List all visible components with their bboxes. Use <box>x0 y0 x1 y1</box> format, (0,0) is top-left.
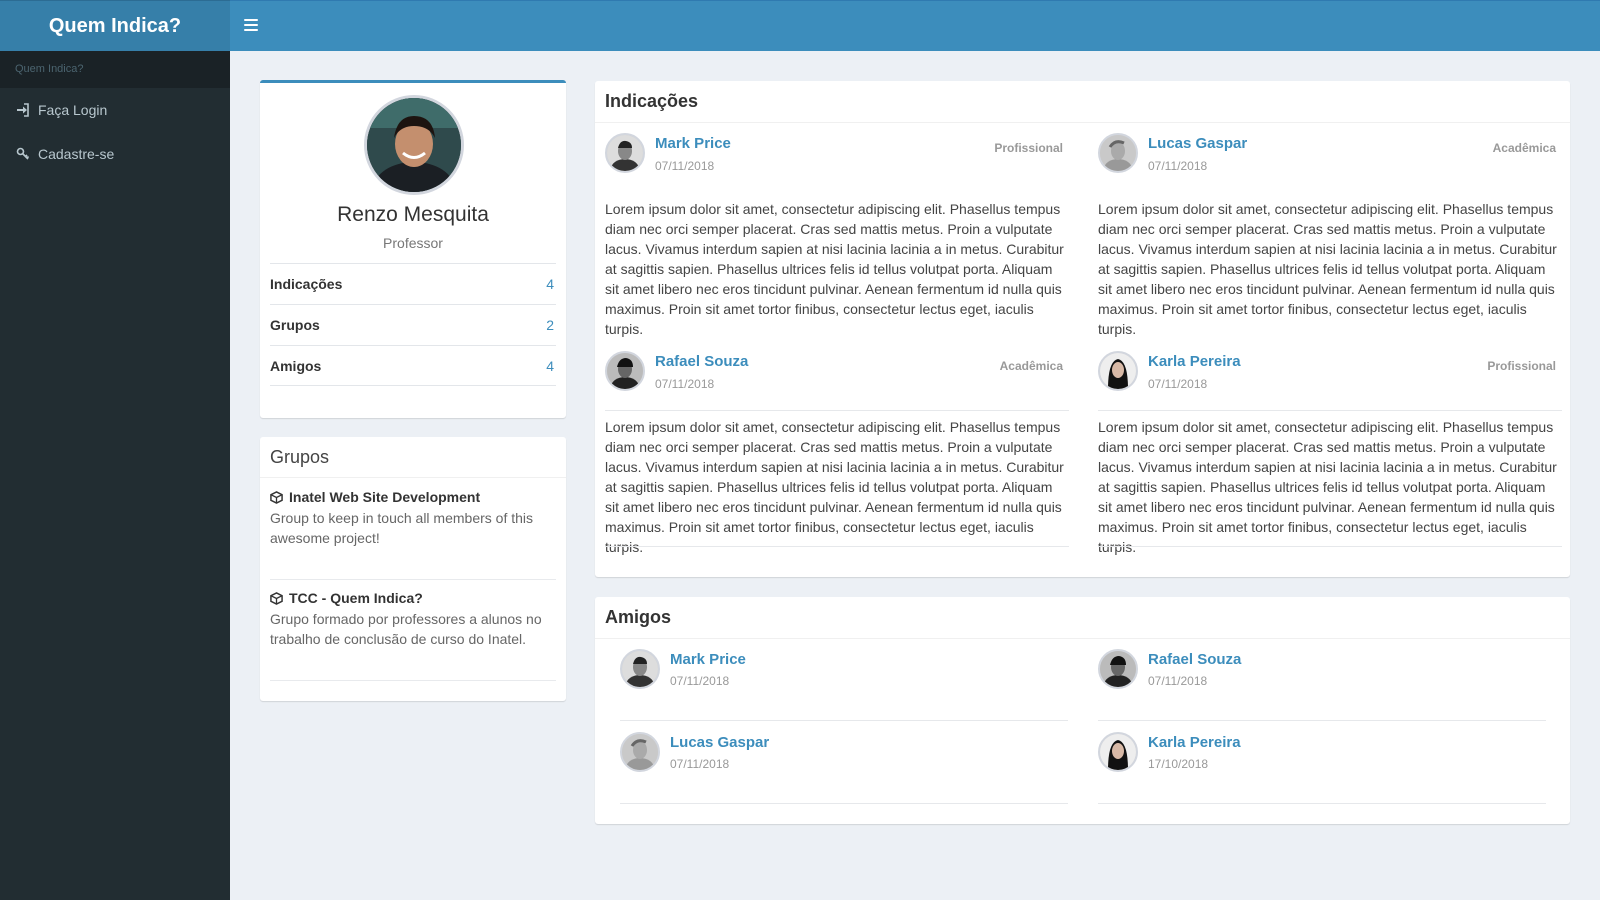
sidebar-item-label: Faça Login <box>38 102 108 118</box>
avatar[interactable] <box>605 351 645 391</box>
stat-label: Grupos <box>270 317 320 333</box>
section-header: Amigos <box>595 597 1570 639</box>
friend-item: Karla Pereira 17/10/2018 <box>1098 722 1546 804</box>
friend-item: Lucas Gaspar 07/11/2018 <box>620 722 1068 804</box>
friend-date: 07/11/2018 <box>670 674 730 688</box>
avatar[interactable] <box>1098 133 1138 173</box>
recommendation-text: Lorem ipsum dolor sit amet, consectetur … <box>605 419 1064 555</box>
cube-icon <box>270 591 283 605</box>
menu-toggle-icon[interactable] <box>244 19 258 33</box>
profile-role: Professor <box>383 235 443 251</box>
avatar[interactable] <box>605 133 645 173</box>
stat-groups[interactable]: Grupos 2 <box>270 304 556 345</box>
sidebar-item-register[interactable]: Cadastre-se <box>0 132 230 176</box>
stat-value: 2 <box>546 317 554 333</box>
friend-name-link[interactable]: Rafael Souza <box>1148 651 1241 668</box>
author-name-link[interactable]: Rafael Souza <box>655 353 748 370</box>
avatar[interactable] <box>620 649 660 689</box>
group-name: Inatel Web Site Development <box>289 489 481 505</box>
brand-logo[interactable]: Quem Indica? <box>0 0 230 51</box>
profile-card: Renzo Mesquita Professor Indicações 4 Gr… <box>260 80 566 418</box>
author-name-link[interactable]: Karla Pereira <box>1148 353 1241 370</box>
stat-friends[interactable]: Amigos 4 <box>270 345 556 386</box>
category-label: Acadêmica <box>1492 141 1556 155</box>
group-item[interactable]: TCC - Quem Indica? Grupo formado por pro… <box>270 590 556 681</box>
recommendation-item: Karla Pereira 07/11/2018 Profissional Lo… <box>1098 351 1562 629</box>
friend-item: Rafael Souza 07/11/2018 <box>1098 639 1546 721</box>
group-description: Group to keep in touch all members of th… <box>270 510 534 546</box>
post-date: 07/11/2018 <box>655 377 715 391</box>
avatar[interactable] <box>620 732 660 772</box>
friend-date: 07/11/2018 <box>1148 674 1208 688</box>
category-label: Acadêmica <box>999 359 1063 373</box>
cube-icon <box>270 490 283 504</box>
groups-title: Grupos <box>270 447 330 467</box>
stat-label: Indicações <box>270 276 343 292</box>
recommendation-text: Lorem ipsum dolor sit amet, consectetur … <box>605 201 1064 337</box>
profile-name: Renzo Mesquita <box>337 203 489 226</box>
stat-value: 4 <box>546 276 554 292</box>
recommendations-title: Indicações <box>605 91 699 111</box>
category-label: Profissional <box>1487 359 1556 373</box>
sign-in-icon <box>16 103 38 117</box>
friend-name-link[interactable]: Mark Price <box>670 651 746 668</box>
sidebar: Quem Indica? Quem Indica? Faça Login Cad… <box>0 0 230 900</box>
recommendation-text: Lorem ipsum dolor sit amet, consectetur … <box>1098 201 1557 337</box>
group-description: Grupo formado por professores a alunos n… <box>270 611 542 647</box>
avatar[interactable] <box>1098 649 1138 689</box>
friends-title: Amigos <box>605 607 672 627</box>
sidebar-header: Quem Indica? <box>0 51 230 88</box>
recommendation-item: Rafael Souza 07/11/2018 Acadêmica Lorem … <box>605 351 1069 629</box>
group-name: TCC - Quem Indica? <box>289 590 423 606</box>
category-label: Profissional <box>994 141 1063 155</box>
post-date: 07/11/2018 <box>1148 159 1208 173</box>
post-date: 07/11/2018 <box>1148 377 1208 391</box>
post-date: 07/11/2018 <box>655 159 715 173</box>
top-navbar <box>230 0 1600 51</box>
sidebar-item-label: Cadastre-se <box>38 146 115 162</box>
stat-value: 4 <box>546 357 554 374</box>
sidebar-item-login[interactable]: Faça Login <box>0 88 230 132</box>
avatar[interactable] <box>1098 351 1138 391</box>
avatar[interactable] <box>1098 732 1138 772</box>
stat-recommendations[interactable]: Indicações 4 <box>270 263 556 304</box>
friend-name-link[interactable]: Lucas Gaspar <box>670 734 769 751</box>
stat-label: Amigos <box>270 357 322 374</box>
friends-card: Amigos Mark Price 07/11/2018 Rafael Souz… <box>595 597 1570 824</box>
key-icon <box>16 147 38 161</box>
groups-card: Grupos Inatel Web Site Development Group… <box>260 437 566 701</box>
profile-stats: Indicações 4 Grupos 2 Amigos 4 <box>270 263 556 386</box>
group-item[interactable]: Inatel Web Site Development Group to kee… <box>270 489 556 580</box>
friend-name-link[interactable]: Karla Pereira <box>1148 734 1241 751</box>
recommendations-card: Indicações Mark Price 07/11/2018 Profiss… <box>595 81 1570 577</box>
recommendation-text: Lorem ipsum dolor sit amet, consectetur … <box>1098 419 1557 555</box>
friend-item: Mark Price 07/11/2018 <box>620 639 1068 721</box>
author-name-link[interactable]: Lucas Gaspar <box>1148 135 1247 152</box>
friend-date: 17/10/2018 <box>1148 757 1209 771</box>
friend-date: 07/11/2018 <box>670 757 730 771</box>
profile-avatar <box>364 95 464 195</box>
section-header: Indicações <box>595 81 1570 123</box>
author-name-link[interactable]: Mark Price <box>655 135 731 152</box>
